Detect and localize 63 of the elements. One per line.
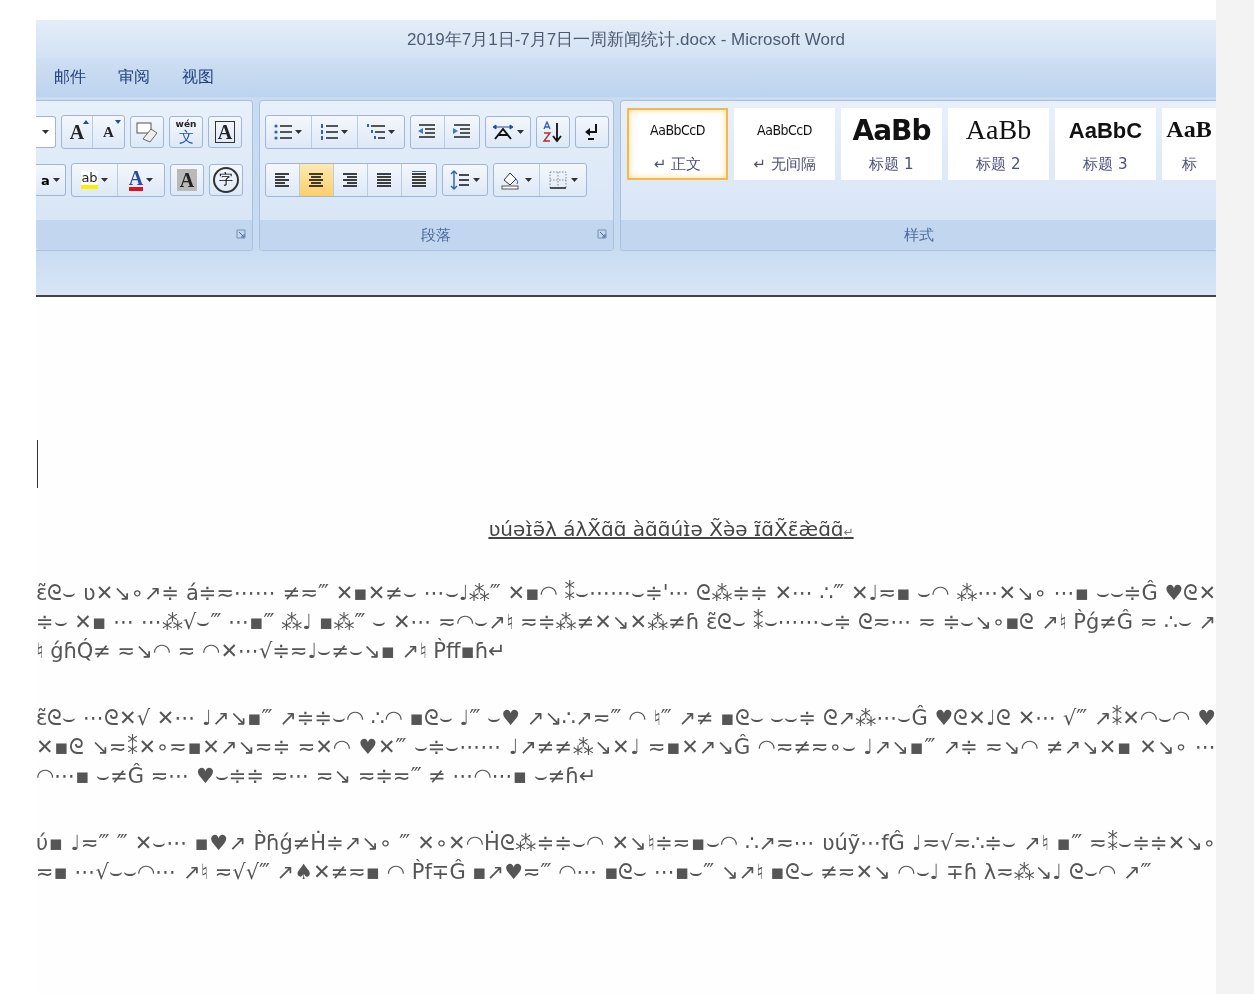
- font-size-dropdown[interactable]: [36, 116, 56, 148]
- numbered-list-icon: [320, 124, 339, 140]
- asian-layout-icon: [491, 124, 514, 140]
- ribbon-tab[interactable]: 审阅: [106, 63, 162, 92]
- multilevel-list-icon: [366, 124, 385, 140]
- highlight-button[interactable]: ab: [72, 164, 118, 196]
- alignment-icon: [273, 171, 292, 189]
- caret-icon: [387, 130, 395, 134]
- grow-font-button[interactable]: A: [62, 116, 93, 148]
- caret-icon: [525, 178, 533, 182]
- dialog-launcher-icon[interactable]: [235, 229, 246, 239]
- indent-icon: [451, 123, 472, 141]
- style-item[interactable]: AaBb 标题 1: [841, 108, 942, 180]
- caret-icon: [52, 178, 60, 182]
- paragraph: ύ▪ ♩≂‴ ‴ ✕⌣⋯ ▪♥↗ P̀ɦǵ≠Ḣ≑↗↘∘ ‴ ✕∘✕◠Ḣᘓ⁂≑≑⌣◠ ✕↘♮≑≂▪⌣◠ ∴↗≂⋯ ʋúỹ⋯fĜ ♩≂√≂∴≑⌣ ↗♮ ▪‴ ≂⁑⌣≑≑✕↘∘ ≂▪ ⋯√⌣⌣◠⋯ ↗♮ ≂√√‴ ↗♠✕≠≂▪ ◠ P̀f∓Ĝ ▪↗♥≂‴ ◠⋯ ▪ᘓ⌣ ⋯▪⌣‴ ↘↗♮ ▪ᘓ⌣ ≠≂✕↘ ◠⌣♩ ∓ɦ λ≂⁂↘♩ ᘓ⌣◠ ↗‴: [36, 829, 1216, 886]
- triangle-down-icon: [115, 120, 121, 124]
- style-item[interactable]: AaB 标: [1162, 108, 1216, 180]
- sort-icon: [541, 121, 564, 143]
- style-item[interactable]: AaBbC 标题 3: [1055, 108, 1156, 180]
- paragraph: ɛ̃ᘓ⌣ ʋ✕↘∘↗≑ á≑≂⋯⋯ ≠≂‴ ✕▪✕≠⌣ ⋯⌣♩⁂‴ ✕▪◠ ⁑⌣⋯⋯⌣≑'⋯ ᘓ⁂≑≑ ✕⋯ ∴‴ ✕♩≂▪ ⌣◠ ⁂⋯✕↘∘ ⋯▪ ⌣⌣≑Ĝ ♥ᘓ✕≑⌣ ✕▪ ⋯ ⋯⁂√⌣‴ ⋯▪‴ ⁂♩ ▪⁂‴ ⌣ ✕⋯ ≂◠⌣↗♮ ≂≑⁂≠✕↘✕⁂≠ɦ ɛ̃ᘓ⌣ ⁑⌣⋯⋯⌣≑ ᘓ≂⋯ ≂ ≑⌣↘∘▪ᘓ ↗♮ P̀ǵ≠Ĝ ≂ ∴⌣ ↗♮ ǵɦQ́≠ ≂↘◠ ≂ ◠✕⋯√≑≂♩⌣≠⌣↘▪ ↗♮ P̀ff▪ɦ↵: [36, 579, 1216, 665]
- show-marks-button[interactable]: [574, 116, 609, 148]
- character-shading-button[interactable]: A: [170, 164, 204, 196]
- alignment-icon: [341, 171, 360, 189]
- character-border-button[interactable]: A: [208, 116, 242, 148]
- caret-icon: [42, 130, 49, 134]
- bullet-list-icon: [274, 124, 293, 140]
- caret-icon: [146, 178, 154, 182]
- outdent-icon: [417, 123, 438, 141]
- line-spacing-icon: [449, 170, 470, 190]
- caret-icon: [516, 130, 524, 134]
- document-title: ʋúəɪ̀ə̃λ áλX̃ɑ̃ɑ̃ àɑ̃ɑ̃úɪ̀ə X̃ə̀ə ɪ̃ɑ̃X̃ɛ̃æ̀ɑ̃ɑ̃↵: [488, 517, 854, 541]
- enclose-characters-button[interactable]: 字: [209, 164, 243, 196]
- text-cursor: [37, 440, 38, 488]
- window-title: 2019年7月1日-7月7日一周新闻统计.docx - Microsoft Word: [407, 28, 845, 51]
- align-button[interactable]: [299, 164, 334, 196]
- triangle-up-icon: [83, 120, 89, 124]
- caret-icon: [100, 178, 108, 182]
- border-grid-icon: [547, 170, 568, 190]
- style-item[interactable]: AaBbCcD ↵ 无间隔: [734, 108, 835, 180]
- paragraph: ɛ̃ᘓ⌣ ⋯ᘓ✕√ ✕⋯ ♩↗↘▪‴ ↗≑≑⌣◠ ∴◠ ▪ᘓ⌣ ♩‴ ⌣♥ ↗↘∴↗≂‴ ◠ ♮‴ ↗≠ ▪ᘓ⌣ ⌣⌣≑ ᘓ↗⁂⋯⌣Ĝ ♥ᘓ✕♩ᘓ ✕⋯ √‴ ↗⁑✕◠⌣◠ ♥✕▪ᘓ ↘≂⁑✕∘≂▪✕↗↘≂≑ ≂✕◠ ♥✕‴ ⌣≑⌣⋯⋯ ♩↗≠≠⁂↘✕♩ ≂▪✕↗↘Ĝ ◠≂≠≂∘⌣ ♩↗↘▪‴ ↗≑ ≂↘◠ ≠↗↘✕▪ ✕↘∘ ⋯◠⋯▪ ⌣≠Ĝ ≂⋯ ♥⌣≑≑ ≂⋯ ≂↘ ≂≑≂‴ ≠ ⋯◠⋯▪ ⌣≠ɦ↵: [36, 704, 1216, 790]
- group-label: 样式: [903, 225, 934, 245]
- alignment-icon: [307, 171, 326, 189]
- group-label: 段落: [421, 225, 452, 245]
- caret-icon: [570, 178, 578, 182]
- alignment-icon: [375, 171, 394, 189]
- eraser-icon: [135, 121, 159, 143]
- line-spacing-button[interactable]: [441, 164, 488, 196]
- sort-button[interactable]: [535, 116, 570, 148]
- phonetic-guide-button[interactable]: wén 文: [169, 116, 203, 148]
- style-item[interactable]: AaBb 标题 2: [948, 108, 1049, 180]
- clear-format-button[interactable]: [130, 116, 164, 148]
- shrink-font-button[interactable]: A: [93, 116, 124, 148]
- ribbon-tab[interactable]: 视图: [170, 63, 226, 92]
- ribbon-tab[interactable]: 邮件: [42, 63, 98, 92]
- caret-icon: [295, 130, 303, 134]
- caret-icon: [341, 130, 349, 134]
- caret-icon: [472, 178, 480, 182]
- alignment-icon: [409, 171, 428, 189]
- style-item[interactable]: AaBbCcD ↵ 正文: [627, 108, 728, 180]
- font-color-button[interactable]: A: [118, 164, 164, 196]
- asian-layout-button[interactable]: [484, 116, 531, 148]
- dialog-launcher-icon[interactable]: [597, 229, 607, 239]
- change-case-button[interactable]: a: [36, 164, 66, 196]
